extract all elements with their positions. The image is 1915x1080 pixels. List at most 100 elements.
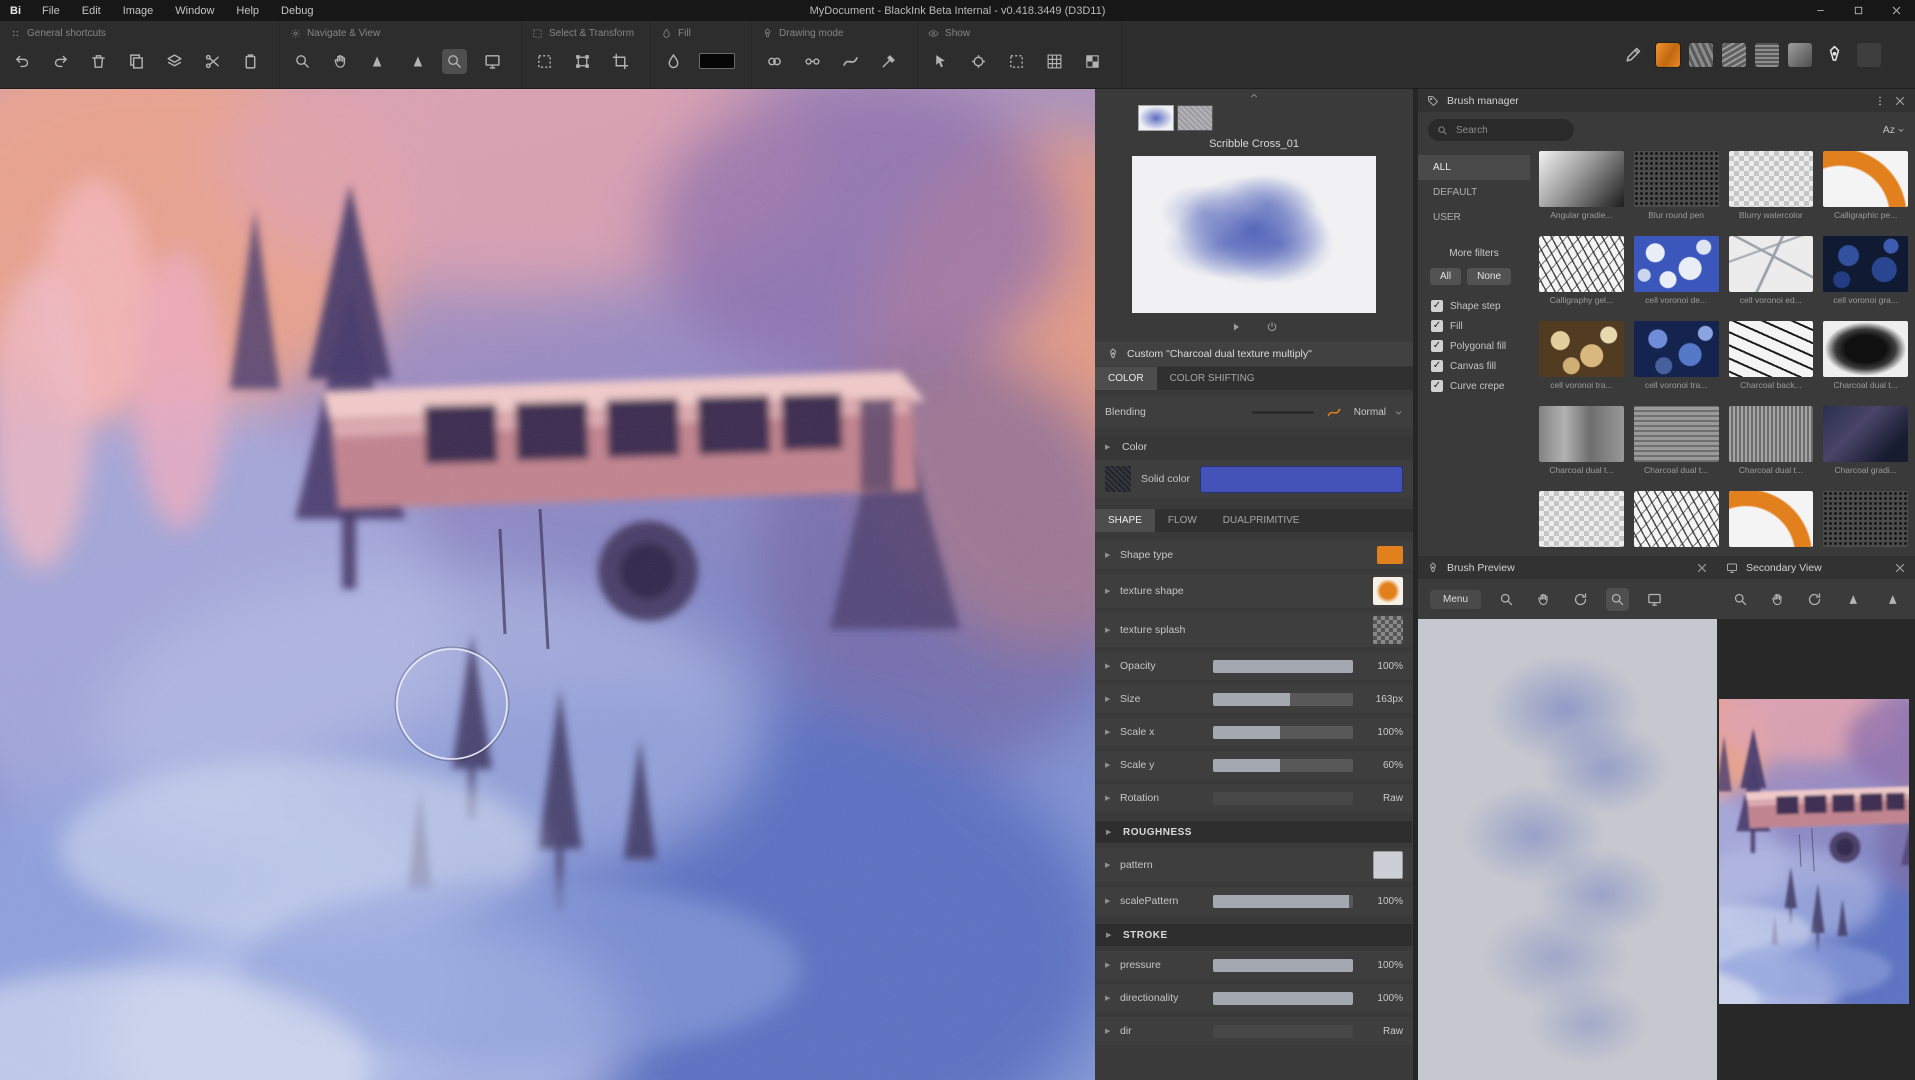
panel-close-icon[interactable] — [1894, 562, 1906, 574]
checkbox-checked-icon[interactable]: ✓ — [1431, 380, 1443, 392]
tab-dualprimitive[interactable]: DUALPRIMITIVE — [1210, 509, 1313, 532]
show-cursor-button[interactable] — [928, 49, 953, 74]
preview-zoom-reset-button[interactable] — [1606, 588, 1629, 611]
show-brush-outline-button[interactable] — [966, 49, 991, 74]
brush-preset-orange[interactable] — [1656, 43, 1680, 67]
fit-screen-button[interactable] — [480, 49, 505, 74]
brush-manager-header[interactable]: Brush manager — [1418, 89, 1915, 112]
brush-preview-canvas[interactable] — [1418, 619, 1717, 1080]
fill-tool-button[interactable] — [661, 49, 686, 74]
param-slider[interactable] — [1213, 660, 1353, 673]
duplicate-button[interactable] — [124, 49, 149, 74]
param-row-directionality[interactable]: ▶directionality100% — [1096, 984, 1412, 1012]
param-slider[interactable] — [1213, 759, 1353, 772]
tab-color[interactable]: COLOR — [1095, 367, 1157, 390]
secondary-flip-right-button[interactable] — [1880, 588, 1903, 611]
delete-button[interactable] — [86, 49, 111, 74]
layers-button[interactable] — [162, 49, 187, 74]
brush-variant-selected[interactable] — [1138, 105, 1174, 131]
param-slider[interactable] — [1213, 895, 1353, 908]
preview-fit-button[interactable] — [1643, 588, 1666, 611]
secondary-pan-button[interactable] — [1766, 588, 1789, 611]
canvas-area[interactable] — [0, 89, 1095, 1080]
brush-item[interactable] — [1724, 487, 1819, 556]
brush-item[interactable]: Charcoal back... — [1724, 317, 1819, 402]
search-box[interactable] — [1428, 119, 1574, 141]
brush-item[interactable]: cell voronoi gra... — [1818, 232, 1913, 317]
param-row-texture-shape[interactable]: ▶texture shape — [1096, 574, 1412, 608]
transform-tool-button[interactable] — [570, 49, 595, 74]
link-mode-button[interactable] — [762, 49, 787, 74]
brush-preview-header[interactable]: Brush Preview — [1418, 556, 1717, 579]
secondary-view-header[interactable]: Secondary View — [1717, 556, 1915, 579]
category-user[interactable]: USER — [1418, 205, 1530, 230]
param-slider[interactable] — [1213, 1025, 1353, 1038]
shape-type-swatch[interactable] — [1377, 546, 1403, 564]
chevron-down-icon[interactable] — [1394, 408, 1403, 417]
preview-menu-button[interactable]: Menu — [1430, 590, 1481, 609]
param-row-shape-type[interactable]: ▶Shape type — [1096, 541, 1412, 569]
section-header-roughness[interactable]: ▶ROUGHNESS — [1096, 821, 1412, 843]
rotate-left-button[interactable] — [366, 49, 391, 74]
brush-item[interactable]: Blur round pen — [1629, 147, 1724, 232]
param-slider[interactable] — [1213, 959, 1353, 972]
custom-brush-bar[interactable]: Custom "Charcoal dual texture multiply" — [1095, 342, 1413, 366]
brush-preset-3[interactable] — [1755, 43, 1779, 67]
play-icon[interactable] — [1230, 321, 1242, 333]
select-tool-button[interactable] — [532, 49, 557, 74]
pan-tool-button[interactable] — [328, 49, 353, 74]
brush-item[interactable] — [1629, 487, 1724, 556]
minimize-button[interactable] — [1801, 0, 1839, 21]
menu-window[interactable]: Window — [164, 0, 225, 21]
param-row-scale-y[interactable]: ▶Scale y60% — [1096, 751, 1412, 779]
menu-image[interactable]: Image — [112, 0, 165, 21]
filter-checkbox-fill[interactable]: ✓Fill — [1418, 316, 1530, 336]
param-slider[interactable] — [1213, 726, 1353, 739]
param-row-rotation[interactable]: ▶RotationRaw — [1096, 784, 1412, 812]
sort-az-button[interactable]: Az — [1883, 124, 1905, 136]
disclosure-icon[interactable]: ▶ — [1105, 897, 1114, 905]
menu-help[interactable]: Help — [225, 0, 270, 21]
brush-item[interactable]: Charcoal dual t... — [1818, 317, 1913, 402]
brush-preset-2[interactable] — [1722, 43, 1746, 67]
color-section-header[interactable]: ▶ Color — [1095, 436, 1413, 458]
secondary-flip-left-button[interactable] — [1843, 588, 1866, 611]
brush-item[interactable]: Charcoal dual t... — [1724, 402, 1819, 487]
secondary-view-canvas[interactable] — [1717, 619, 1915, 1080]
panel-menu-icon[interactable] — [1874, 95, 1886, 107]
checker-thumbnail[interactable] — [1373, 616, 1403, 644]
param-row-opacity[interactable]: ▶Opacity100% — [1096, 652, 1412, 680]
menu-edit[interactable]: Edit — [71, 0, 112, 21]
blending-row[interactable]: Blending Normal — [1095, 397, 1413, 427]
brush-item[interactable]: cell voronoi tra... — [1629, 317, 1724, 402]
brush-preset-5[interactable] — [1857, 43, 1881, 67]
brush-item[interactable] — [1818, 487, 1913, 556]
filter-checkbox-curve-crepe[interactable]: ✓Curve crepe — [1418, 376, 1530, 396]
tab-color-shifting[interactable]: COLOR SHIFTING — [1157, 367, 1268, 390]
brush-item[interactable] — [1534, 487, 1629, 556]
blending-slider[interactable] — [1252, 411, 1314, 414]
tab-shape[interactable]: SHAPE — [1095, 509, 1155, 532]
brush-item[interactable]: Calligraphy gel... — [1534, 232, 1629, 317]
brush-item[interactable]: Blurry watercolor — [1724, 147, 1819, 232]
brush-item[interactable]: Angular gradie... — [1534, 147, 1629, 232]
cut-button[interactable] — [200, 49, 225, 74]
disclosure-icon[interactable]: ▶ — [1105, 761, 1114, 769]
disclosure-icon[interactable]: ▶ — [1105, 1027, 1114, 1035]
param-row-pattern[interactable]: ▶pattern — [1096, 848, 1412, 882]
param-row-size[interactable]: ▶Size163px — [1096, 685, 1412, 713]
crop-tool-button[interactable] — [608, 49, 633, 74]
checkbox-checked-icon[interactable]: ✓ — [1431, 300, 1443, 312]
brush-preset-4[interactable] — [1788, 43, 1812, 67]
brush-item[interactable]: Charcoal dual t... — [1629, 402, 1724, 487]
pen-tool-button[interactable] — [1821, 41, 1848, 68]
filter-checkbox-shape-step[interactable]: ✓Shape step — [1418, 296, 1530, 316]
panel-close-icon[interactable] — [1696, 562, 1708, 574]
checkbox-checked-icon[interactable]: ✓ — [1431, 320, 1443, 332]
preview-rotate-button[interactable] — [1569, 588, 1592, 611]
redo-button[interactable] — [48, 49, 73, 74]
chain-mode-button[interactable] — [800, 49, 825, 74]
maximize-button[interactable] — [1839, 0, 1877, 21]
close-button[interactable] — [1877, 0, 1915, 21]
brush-item[interactable]: Calligraphic pe... — [1818, 147, 1913, 232]
